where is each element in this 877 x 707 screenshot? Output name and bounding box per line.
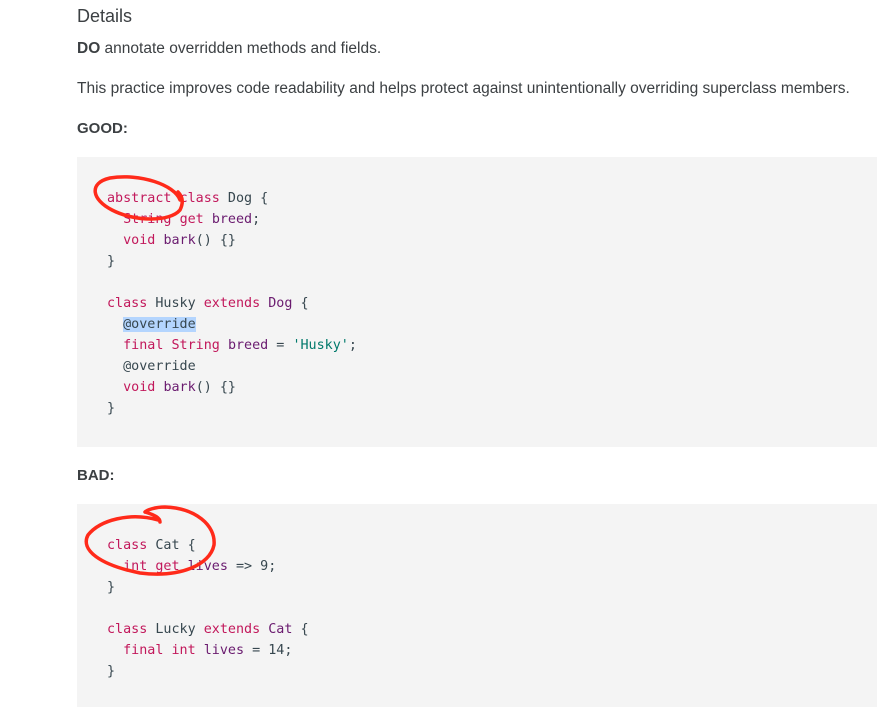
code-token: int [171,643,196,658]
code-line: class Lucky extends Cat { [107,619,309,640]
code-token: final [123,338,164,353]
code-token: } [107,580,116,595]
code-token: } [107,401,116,416]
code-token: () {} [195,380,236,395]
code-token: @override [107,359,196,374]
bad-label: BAD: [77,467,115,484]
code-token: breed [227,338,269,353]
rule-strong: DO [77,40,101,57]
code-token: void [123,380,156,395]
code-token: = 14; [244,643,293,658]
code-token: get [155,559,180,574]
code-line: abstract class Dog { [107,188,357,209]
code-token: int [123,559,148,574]
code-token: bark [163,380,196,395]
rule-statement: DO annotate overridden methods and field… [77,40,381,58]
code-token: String [171,338,220,353]
code-line: final int lives = 14; [107,640,309,661]
code-line: String get breed; [107,209,357,230]
code-token: Husky [147,296,204,311]
code-token: ; [348,338,357,353]
code-token: extends [203,296,261,311]
code-token: lives [187,559,228,574]
selected-text: @override [123,317,196,332]
code-line: @override [107,356,357,377]
code-token: => 9; [227,559,277,574]
code-token: { [292,296,309,311]
code-token: bark [163,233,196,248]
code-token: get [179,212,204,227]
code-token: Cat { [147,538,196,553]
code-token: { [292,622,309,637]
code-token: Cat [268,622,293,637]
good-code-block[interactable]: abstract class Dog { String get breed; v… [77,157,877,447]
code-token: () {} [195,233,236,248]
code-token: breed [211,212,253,227]
rule-text: annotate overridden methods and fields. [100,40,382,57]
code-line: class Husky extends Dog { [107,293,357,314]
code-token: = [268,338,293,353]
good-label: GOOD: [77,120,128,137]
code-token: String [123,212,172,227]
code-line: final String breed = 'Husky'; [107,335,357,356]
bad-code[interactable]: class Cat { int get lives => 9;} class Lu… [107,535,309,682]
code-token: Dog [268,296,293,311]
code-token: extends [203,622,261,637]
rule-description: This practice improves code readability … [77,80,850,97]
code-token: final [123,643,164,658]
code-line: @override [107,314,357,335]
code-line: void bark() {} [107,377,357,398]
code-token: ; [252,212,261,227]
code-line: } [107,577,309,598]
code-token: } [107,254,116,269]
code-token: class [107,622,148,637]
code-token: Lucky [147,622,204,637]
code-token: class [107,538,148,553]
code-token: 'Husky' [292,338,349,353]
code-line: void bark() {} [107,230,357,251]
code-line: } [107,251,357,272]
code-token: void [123,233,156,248]
good-code[interactable]: abstract class Dog { String get breed; v… [107,188,357,419]
code-token: } [107,664,116,679]
section-heading: Details [77,6,133,26]
code-token: abstract [107,191,172,206]
code-token: class [107,296,148,311]
bad-code-block[interactable]: class Cat { int get lives => 9;} class Lu… [77,504,877,707]
code-line: int get lives => 9; [107,556,309,577]
code-line: } [107,661,309,682]
code-token: lives [203,643,245,658]
code-line: } [107,398,357,419]
code-token: class [179,191,220,206]
code-token: Dog { [219,191,269,206]
code-line: class Cat { [107,535,309,556]
